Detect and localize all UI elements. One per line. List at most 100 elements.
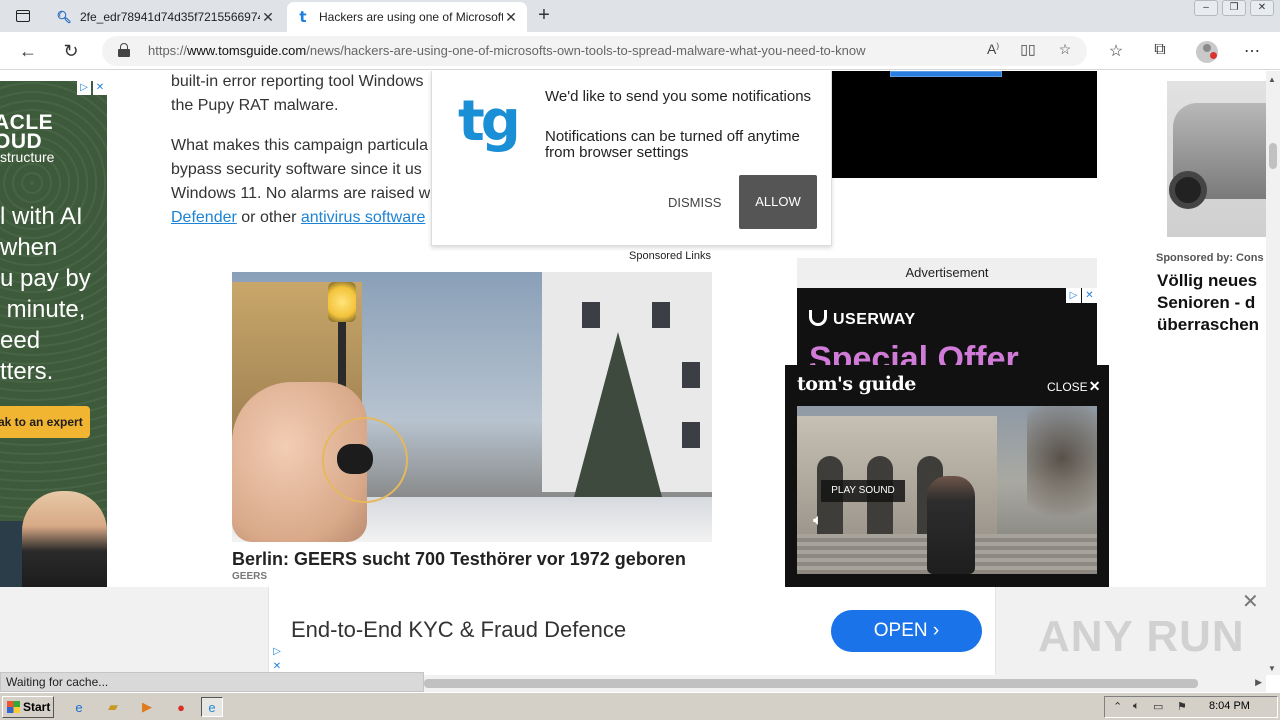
sponsored-car-image[interactable]	[1167, 81, 1266, 237]
taskbar: Start e ▰ ▶ ● e ⌃ 🔈︎ ▭ ⚑ 8:04 PM	[0, 692, 1280, 720]
refresh-icon[interactable]: ↻	[58, 39, 84, 63]
tab-title: 2fe_edr78941d74d35f7215566974599	[80, 10, 260, 24]
close-tab-icon[interactable]: ✕	[503, 9, 519, 26]
sponsored-by-label: Sponsored by: Cons	[1156, 252, 1264, 264]
ad-choices[interactable]: ▷ ✕	[270, 645, 284, 674]
sponsored-source: GEERS	[232, 571, 268, 582]
volume-icon[interactable]: 🔈︎	[1133, 700, 1140, 713]
tab-actions-button[interactable]	[8, 5, 38, 27]
bottom-banner-ad: End-to-End KYC & Fraud Defence OPEN › ▷ ✕…	[0, 587, 1266, 675]
video-ad-placeholder[interactable]	[832, 71, 1097, 178]
address-bar[interactable]: https://www.tomsguide.com/news/hackers-a…	[102, 36, 1087, 66]
navigation-bar: ← ↻ https://www.tomsguide.com/news/hacke…	[0, 32, 1280, 70]
notification-permission-prompt: tg We'd like to send you some notificati…	[431, 71, 832, 246]
ad-offer-text: Special Offer	[809, 340, 1019, 368]
web-page: ▷ ✕ ACLE OUD structure l with AI when u pa…	[0, 71, 1266, 675]
favorites-icon[interactable]: ☆	[1104, 41, 1128, 63]
ad-choices[interactable]: ▷ ✕	[77, 81, 107, 95]
windows-logo-icon	[7, 701, 20, 713]
tray-expand-icon[interactable]: ⌃	[1113, 700, 1122, 713]
close-ad-icon[interactable]: ✕	[93, 81, 107, 95]
close-tab-icon[interactable]: ✕	[260, 9, 276, 26]
defender-link[interactable]: Defender	[171, 209, 237, 226]
close-ad-icon[interactable]: ✕	[1082, 288, 1097, 303]
new-tab-button[interactable]: +	[534, 5, 554, 27]
floating-video-player: tom's guide CLOSE✕ PLAY SOUND 🔈︎	[785, 365, 1109, 587]
start-button[interactable]: Start	[2, 696, 54, 718]
scroll-down-icon[interactable]: ▼	[1268, 664, 1276, 673]
folder-icon[interactable]: ▰	[102, 697, 124, 717]
ad-subtitle: structure	[0, 149, 55, 165]
antivirus-software-link[interactable]: antivirus software	[301, 209, 426, 226]
userway-logo: USERWAY	[809, 310, 916, 329]
tab-title: Hackers are using one of Microsoft	[319, 10, 503, 24]
chrome-icon[interactable]: ●	[170, 697, 192, 717]
notification-subtext: Notifications can be turned off anytime …	[545, 128, 800, 161]
close-video-button[interactable]: CLOSE✕	[1047, 378, 1100, 395]
tomsguide-logo: tg	[458, 89, 521, 154]
collections-icon[interactable]: ⧉	[1148, 41, 1172, 63]
tomsguide-logo: tom's guide	[797, 373, 916, 395]
anyrun-watermark: ANY RUN	[1038, 612, 1245, 661]
oracle-cloud-ad[interactable]: ▷ ✕ ACLE OUD structure l with AI when u pa…	[0, 81, 107, 591]
back-arrow-icon[interactable]: ←	[15, 39, 41, 63]
ad-text: End-to-End KYC & Fraud Defence	[291, 617, 627, 642]
media-player-icon[interactable]: ▶	[136, 697, 158, 717]
scroll-right-icon[interactable]: ▶	[1255, 677, 1262, 688]
video-frame[interactable]: PLAY SOUND 🔈︎	[797, 406, 1097, 574]
notification-message: We'd like to send you some notifications	[545, 88, 812, 105]
screen: 🔍︎ 2fe_edr78941d74d35f7215566974599 ✕ t …	[0, 0, 1280, 720]
scrollbar-thumb[interactable]	[1269, 143, 1277, 169]
tab-strip: 🔍︎ 2fe_edr78941d74d35f7215566974599 ✕ t …	[0, 0, 1280, 32]
scroll-up-icon[interactable]: ▲	[1268, 75, 1276, 84]
tab-actions-icon	[16, 10, 30, 22]
speaker-icon[interactable]: 🔈︎	[813, 512, 823, 530]
kyc-ad-banner[interactable]: End-to-End KYC & Fraud Defence OPEN ›	[268, 587, 996, 675]
tab-search[interactable]: 🔍︎ 2fe_edr78941d74d35f7215566974599 ✕	[48, 2, 284, 32]
play-sound-button[interactable]: PLAY SOUND	[821, 480, 905, 502]
open-button[interactable]: OPEN ›	[831, 610, 982, 652]
url-text[interactable]: https://www.tomsguide.com/news/hackers-a…	[148, 43, 865, 58]
flag-icon[interactable]: ⚑	[1177, 700, 1187, 713]
add-favorite-icon[interactable]: ☆	[1054, 41, 1076, 61]
network-icon[interactable]: ▭	[1153, 700, 1163, 713]
close-banner-icon[interactable]: ✕	[1242, 589, 1259, 614]
immersive-reader-icon[interactable]: ▯▯	[1017, 41, 1039, 61]
article-paragraph: built-in error reporting tool Windows th…	[171, 73, 424, 114]
clock: 8:04 PM	[1209, 700, 1250, 712]
profile-avatar[interactable]	[1196, 41, 1218, 63]
userway-ad[interactable]: ▷ ✕ USERWAY Special Offer	[797, 288, 1097, 368]
allow-button[interactable]: ALLOW	[739, 175, 817, 229]
advertisement-label: Advertisement	[797, 258, 1097, 288]
sponsored-headline-link[interactable]: Berlin: GEERS sucht 700 Testhörer vor 19…	[232, 549, 686, 570]
vertical-scrollbar[interactable]: ▲ ▼	[1266, 71, 1280, 675]
adchoices-icon[interactable]: ▷	[77, 81, 91, 95]
close-window-button[interactable]: ✕	[1250, 0, 1274, 16]
adchoices-icon[interactable]: ▷	[270, 645, 284, 659]
tomsguide-favicon-icon: t	[299, 8, 307, 26]
scrollbar-thumb[interactable]	[424, 679, 1198, 688]
adchoices-icon[interactable]: ▷	[1066, 288, 1081, 303]
ad-cta-button[interactable]: ak to an expert	[0, 406, 90, 438]
dismiss-button[interactable]: DISMISS	[668, 195, 721, 210]
restore-button[interactable]: ❐	[1222, 0, 1246, 16]
ad-brand: ACLE OUD	[0, 111, 54, 153]
sponsored-links-label: Sponsored Links	[629, 250, 711, 262]
search-icon: 🔍︎	[56, 10, 72, 24]
sponsored-headline-link[interactable]: Völlig neues Senioren - d überraschen	[1157, 270, 1266, 336]
ie-icon[interactable]: e	[68, 697, 90, 717]
ad-headline: l with AI when u pay by minute, eed tter…	[0, 203, 91, 385]
sponsored-image[interactable]	[232, 272, 712, 542]
read-aloud-icon[interactable]: A)	[982, 41, 1004, 61]
article-paragraph: What makes this campaign particula bypas…	[171, 137, 431, 226]
system-tray: ⌃ 🔈︎ ▭ ⚑ 8:04 PM	[1104, 696, 1278, 718]
more-options-icon[interactable]: ⋯	[1240, 41, 1264, 63]
edge-icon[interactable]: e	[201, 697, 223, 717]
minimize-button[interactable]: –	[1194, 0, 1218, 16]
window-controls: – ❐ ✕	[1194, 0, 1274, 18]
close-icon: ✕	[1088, 378, 1101, 394]
ad-choices[interactable]: ▷ ✕	[1066, 288, 1097, 303]
lock-icon[interactable]	[118, 43, 130, 57]
horizontal-scrollbar[interactable]: ▶	[424, 675, 1266, 692]
tab-article[interactable]: t Hackers are using one of Microsoft ✕	[287, 2, 527, 32]
